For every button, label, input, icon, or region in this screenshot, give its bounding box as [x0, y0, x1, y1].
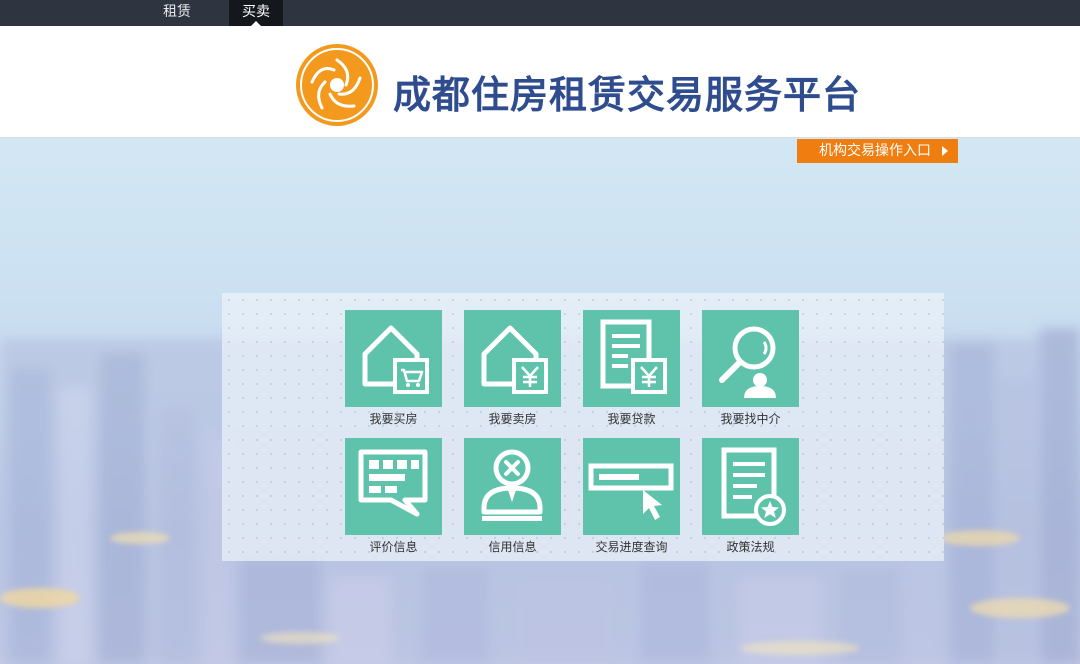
sun-logo-icon [296, 44, 378, 126]
service-label: 我要找中介 [720, 412, 781, 426]
service-progress-query[interactable]: 交易进度查询 [583, 438, 680, 555]
service-tile [702, 438, 799, 535]
service-label: 我要买房 [369, 412, 418, 426]
service-credit[interactable]: 信用信息 [464, 438, 561, 555]
policy-document-icon [721, 447, 786, 526]
service-tile [464, 438, 561, 535]
service-loan[interactable]: 我要贷款 [583, 310, 680, 427]
service-tile [583, 310, 680, 407]
service-tile [583, 438, 680, 535]
service-sell-house[interactable]: 我要卖房 [464, 310, 561, 427]
service-label: 评价信息 [369, 540, 418, 554]
service-tile [345, 310, 442, 407]
tab-trade-label: 买卖 [242, 4, 270, 20]
agent-search-icon [719, 326, 776, 398]
service-tile [345, 438, 442, 535]
service-tile [464, 310, 561, 407]
site-title: 成都住房租赁交易服务平台 [393, 73, 862, 117]
comment-icon [358, 449, 428, 517]
service-policy[interactable]: 政策法规 [702, 438, 799, 555]
top-tab-bar: 租赁 买卖 [0, 0, 1080, 26]
service-panel: 我要买房 我要卖房 我要贷款 我要找中介 评价信息 信用信息 交易进度查询 政策… [222, 293, 944, 561]
service-label: 我要贷款 [607, 412, 656, 426]
tab-trade[interactable]: 买卖 [229, 0, 283, 26]
service-label: 政策法规 [726, 540, 775, 554]
site-header: 成都住房租赁交易服务平台 [0, 26, 1080, 138]
progress-cursor-icon [588, 463, 674, 520]
house-yuan-icon [481, 325, 548, 394]
document-yuan-icon [600, 319, 667, 394]
service-label: 交易进度查询 [595, 540, 668, 554]
service-buy-house[interactable]: 我要买房 [345, 310, 442, 427]
service-tile [702, 310, 799, 407]
service-label: 信用信息 [488, 540, 537, 554]
tab-rent[interactable]: 租赁 [148, 0, 206, 26]
org-trade-entrance-label: 机构交易操作入口 [819, 143, 931, 159]
credit-user-icon [481, 449, 543, 521]
arrow-right-icon [942, 146, 948, 156]
house-cart-icon [362, 325, 429, 394]
service-reviews[interactable]: 评价信息 [345, 438, 442, 555]
org-trade-entrance-button[interactable]: 机构交易操作入口 [797, 139, 958, 163]
service-label: 我要卖房 [488, 412, 537, 426]
service-find-agent[interactable]: 我要找中介 [702, 310, 799, 427]
